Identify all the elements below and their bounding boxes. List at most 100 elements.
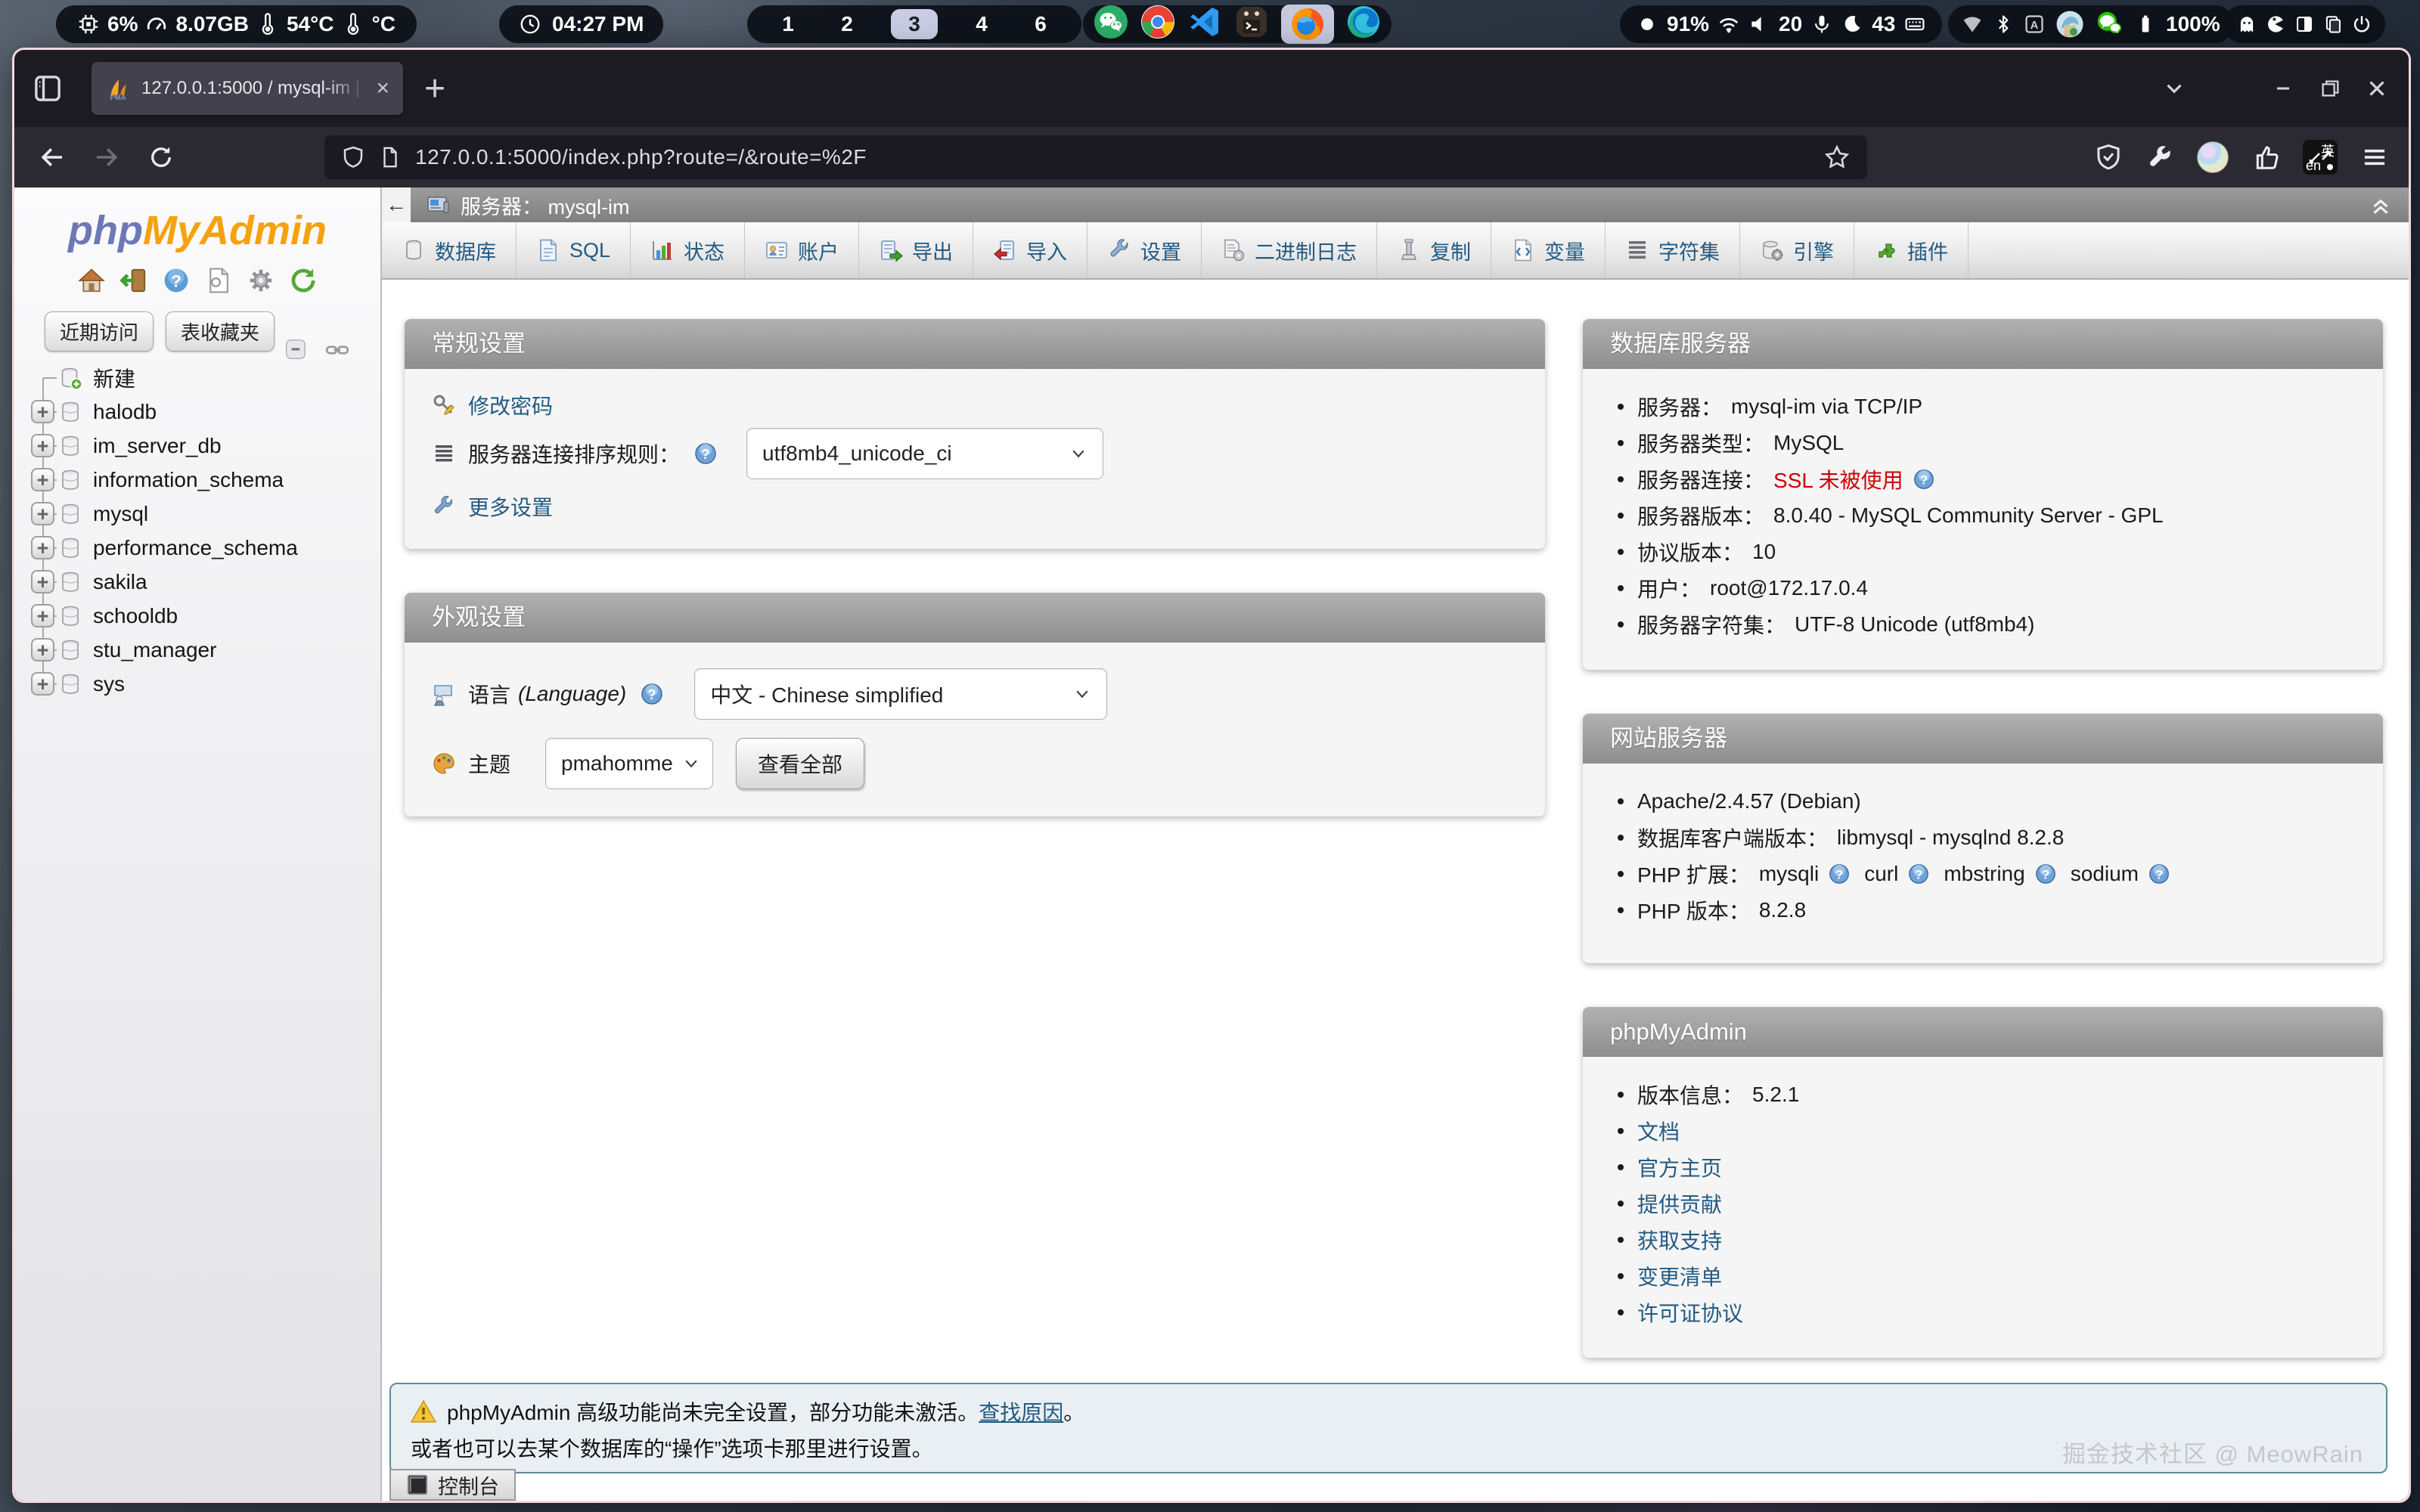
translate-extension-icon[interactable]: 英 en [2303, 140, 2338, 175]
settings-gear-icon[interactable] [247, 266, 275, 295]
bluetooth-icon[interactable] [1993, 14, 2014, 35]
input-method-icon[interactable]: A [2024, 14, 2045, 35]
help-icon[interactable]: ? [162, 266, 191, 295]
tree-item-label[interactable]: sys [93, 672, 125, 696]
menu-hamburger-icon[interactable] [2360, 143, 2389, 172]
wechat-tray-icon[interactable] [2095, 9, 2125, 39]
server-tab-settings[interactable]: 设置 [1087, 222, 1202, 278]
server-tab-engine[interactable]: 引擎 [1740, 222, 1854, 278]
help-icon[interactable]: ? [1913, 468, 1935, 491]
more-settings-link[interactable]: 更多设置 [468, 491, 553, 522]
workspace-button-4[interactable]: 4 [966, 12, 997, 36]
pma-link[interactable]: 提供贡献 [1637, 1188, 1722, 1219]
firefox-view-icon[interactable] [31, 72, 64, 105]
tree-item-label[interactable]: mysql [93, 502, 148, 526]
keyboard-icon[interactable] [1904, 14, 1925, 35]
tree-expander-icon[interactable]: + [31, 434, 54, 457]
server-tab-charset[interactable]: 字符集 [1606, 222, 1740, 278]
pma-link[interactable]: 文档 [1637, 1116, 1680, 1146]
tree-expander-icon[interactable]: + [31, 570, 54, 593]
power-icon[interactable] [2352, 14, 2372, 34]
tree-item-label[interactable]: information_schema [93, 468, 284, 492]
reload-button[interactable] [141, 138, 181, 177]
refresh-icon[interactable] [289, 266, 318, 295]
tree-expander-icon[interactable]: + [31, 536, 54, 559]
console-toggle[interactable]: 控制台 [389, 1469, 516, 1501]
microphone-icon[interactable] [1811, 14, 1832, 35]
tree-expander-icon[interactable]: + [31, 468, 54, 491]
language-help-icon[interactable]: ? [640, 682, 664, 706]
recent-tables-button[interactable]: 近期访问 [45, 311, 154, 352]
pma-link[interactable]: 变更清单 [1637, 1261, 1722, 1291]
dock-app-firefox[interactable] [1281, 5, 1334, 44]
tab-close-icon[interactable]: × [376, 77, 389, 100]
display-icon[interactable] [2294, 14, 2314, 34]
dock-app-chrome[interactable] [1140, 5, 1175, 45]
server-tab-binlog[interactable]: 二进制日志 [1202, 222, 1377, 278]
wifi-icon[interactable] [1718, 14, 1739, 35]
scroll-top-icon[interactable] [2368, 192, 2394, 218]
clipboard-icon[interactable] [2323, 14, 2343, 34]
workspace-button-2[interactable]: 2 [832, 12, 862, 36]
pacman-icon[interactable] [2266, 14, 2285, 34]
wifi-tray-icon[interactable] [1962, 14, 1983, 35]
workspace-button-6[interactable]: 6 [1025, 12, 1056, 36]
change-password-link[interactable]: 修改密码 [468, 390, 553, 420]
collation-help-icon[interactable]: ? [693, 442, 718, 466]
dock-app-wechat[interactable] [1094, 5, 1128, 45]
dock-app-edge[interactable] [1346, 5, 1381, 45]
night-light-icon[interactable] [1841, 14, 1863, 35]
new-tab-button[interactable]: + [424, 68, 445, 110]
view-all-themes-button[interactable]: 查看全部 [736, 738, 864, 789]
tree-expander-icon[interactable]: + [31, 638, 54, 662]
page-info-icon[interactable] [379, 146, 402, 169]
pma-link[interactable]: 许可证协议 [1637, 1297, 1743, 1328]
help-icon[interactable]: ? [1828, 863, 1851, 885]
pma-link[interactable]: 获取支持 [1637, 1225, 1722, 1255]
logout-icon[interactable] [119, 266, 148, 295]
tree-item-label[interactable]: halodb [93, 400, 157, 424]
dock-app-vscode[interactable] [1187, 5, 1222, 45]
link-icon[interactable] [324, 337, 350, 363]
tree-item-label[interactable]: schooldb [93, 604, 178, 628]
browser-tab[interactable]: PMA 127.0.0.1:5000 / mysql-im | p × [92, 62, 403, 115]
theme-select[interactable]: pmahomme [545, 738, 713, 789]
privacy-shield-icon[interactable] [2094, 143, 2123, 172]
tree-item-label[interactable]: im_server_db [93, 434, 222, 458]
minimize-button[interactable] [2268, 73, 2298, 104]
dock-app-terminal[interactable] [1234, 5, 1269, 45]
pma-link[interactable]: 官方主页 [1637, 1152, 1722, 1182]
user-avatar-tray-icon[interactable] [2055, 9, 2085, 39]
shield-icon[interactable] [341, 145, 365, 169]
help-icon[interactable]: ? [1907, 863, 1930, 885]
ghost-icon[interactable] [2237, 14, 2257, 34]
help-icon[interactable]: ? [2148, 863, 2170, 885]
tree-item-label[interactable]: stu_manager [93, 638, 216, 662]
tree-item-label[interactable]: performance_schema [93, 536, 298, 560]
extension-thumb-icon[interactable] [2251, 143, 2280, 172]
volume-icon[interactable] [1748, 14, 1770, 35]
bookmark-star-icon[interactable] [1823, 144, 1851, 171]
server-tab-status[interactable]: 状态 [631, 222, 745, 278]
server-tab-account[interactable]: 账户 [745, 222, 859, 278]
tree-expander-icon[interactable]: + [31, 604, 54, 627]
collapse-all-icon[interactable] [284, 337, 309, 363]
forward-button[interactable] [87, 138, 126, 177]
server-tab-plugin[interactable]: 插件 [1854, 222, 1969, 278]
find-reason-link[interactable]: 查找原因 [979, 1401, 1063, 1424]
server-tab-replication[interactable]: 复制 [1377, 222, 1491, 278]
workspace-button-3[interactable]: 3 [891, 9, 938, 39]
tab-list-chevron-icon[interactable] [2159, 73, 2189, 104]
tree-expander-icon[interactable]: + [31, 400, 54, 423]
back-button[interactable] [33, 138, 72, 177]
phpmyadmin-logo[interactable]: phpMyAdmin [14, 207, 380, 254]
tree-item-label[interactable]: sakila [93, 570, 147, 594]
tree-expander-icon[interactable]: + [31, 672, 54, 696]
url-text[interactable]: 127.0.0.1:5000/index.php?route=/&route=%… [415, 145, 1810, 169]
workspace-button-1[interactable]: 1 [773, 12, 803, 36]
server-tab-import[interactable]: 导入 [973, 222, 1087, 278]
server-tab-database[interactable]: 数据库 [382, 222, 517, 278]
server-tab-sql[interactable]: SQL [517, 222, 631, 278]
restore-button[interactable] [2315, 73, 2345, 104]
server-tab-export[interactable]: 导出 [859, 222, 973, 278]
